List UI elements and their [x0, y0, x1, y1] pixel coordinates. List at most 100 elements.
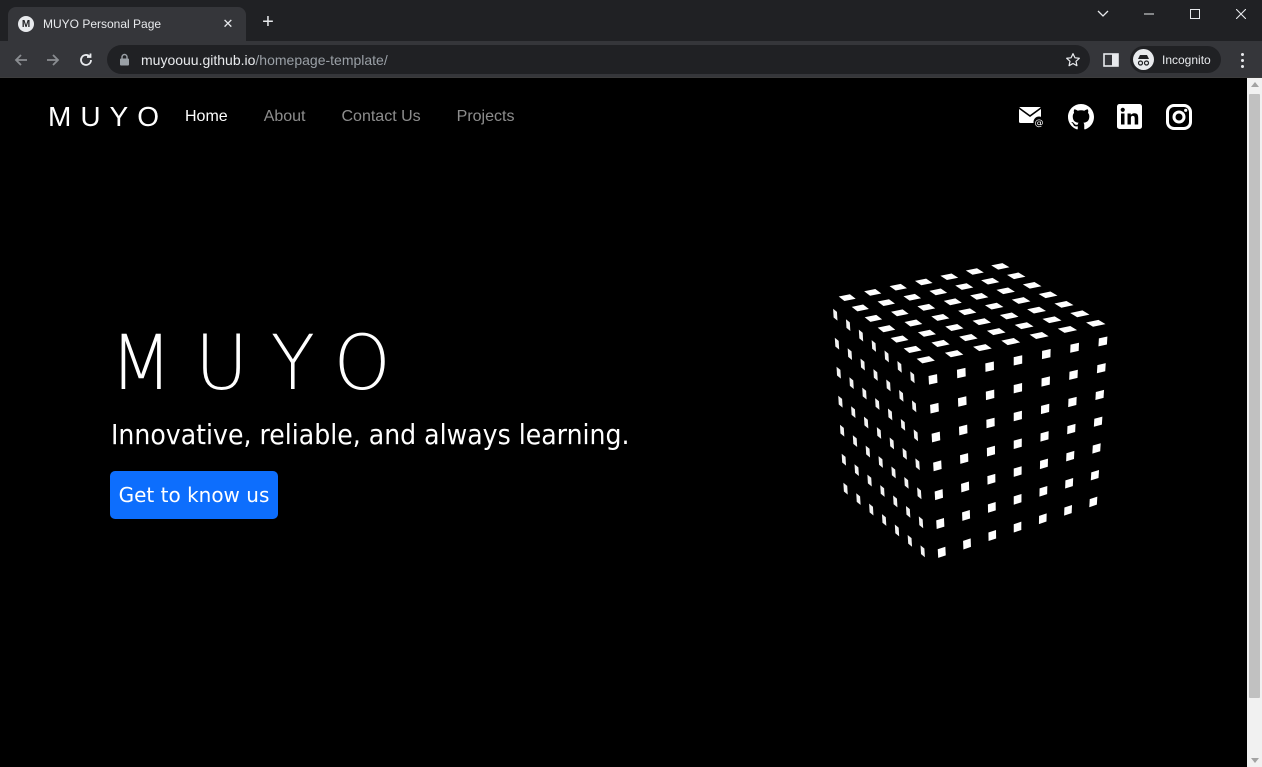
- back-arrow-icon[interactable]: [10, 49, 32, 71]
- cube-cell: [986, 328, 1006, 336]
- cube-cell: [899, 389, 904, 402]
- cube-cell: [1066, 450, 1075, 462]
- tab-search-chevron-icon[interactable]: [1080, 0, 1126, 28]
- cube-cell: [851, 304, 869, 312]
- cube-cell: [864, 289, 882, 296]
- cube-cell: [887, 408, 893, 421]
- cube-cell: [900, 418, 906, 431]
- cube-cell: [1057, 325, 1078, 333]
- cube-cell: [959, 334, 978, 342]
- cube-cell: [886, 379, 891, 392]
- nav-item-projects[interactable]: Projects: [457, 108, 515, 126]
- cube-cell: [1029, 331, 1049, 339]
- cube-cell: [937, 546, 946, 558]
- linkedin-icon[interactable]: [1116, 103, 1143, 130]
- cube-cell: [955, 283, 974, 290]
- window-close-icon[interactable]: [1218, 0, 1262, 28]
- github-icon[interactable]: [1067, 103, 1094, 130]
- cube-cell: [943, 298, 962, 306]
- cube-cell: [916, 356, 935, 364]
- cube-cell: [838, 294, 856, 302]
- cube-cell: [1013, 383, 1023, 394]
- site-brand[interactable]: MUYO: [48, 101, 168, 133]
- cube-cell: [940, 273, 959, 281]
- cube-cell: [889, 283, 907, 291]
- reload-icon[interactable]: [75, 49, 97, 71]
- cube-cell: [864, 314, 883, 322]
- browser-menu-icon[interactable]: [1234, 50, 1250, 70]
- cube-cell: [1040, 403, 1050, 415]
- hero-title: MUYO: [110, 318, 414, 407]
- cube-cell: [904, 476, 909, 489]
- email-icon[interactable]: @: [1018, 103, 1045, 130]
- cube-cell: [891, 466, 896, 479]
- cube-cell: [917, 487, 922, 500]
- get-to-know-us-button[interactable]: Get to know us: [110, 471, 278, 519]
- forward-arrow-icon[interactable]: [42, 49, 64, 71]
- url-host: muyoouu.github.io: [141, 51, 256, 68]
- cube-cell: [929, 288, 948, 296]
- incognito-profile-button[interactable]: Incognito: [1130, 46, 1221, 73]
- side-panel-icon[interactable]: [1102, 51, 1120, 69]
- scroll-up-arrow-icon[interactable]: [1251, 82, 1259, 87]
- cube-cell: [963, 538, 971, 550]
- nav-item-about[interactable]: About: [264, 108, 306, 126]
- cube-cell: [957, 396, 967, 407]
- cube-cell: [1013, 521, 1022, 533]
- tab-favicon-icon: M: [18, 16, 34, 32]
- page-scrollbar[interactable]: [1247, 78, 1262, 767]
- cube-cell: [849, 377, 854, 390]
- maximize-icon[interactable]: [1172, 0, 1218, 28]
- cube-cell: [854, 464, 859, 477]
- browser-tabbar: M MUYO Personal Page ✕ +: [0, 0, 1262, 41]
- cube-cell: [877, 299, 895, 307]
- cube-cell: [958, 308, 977, 316]
- browser-toolbar: muyoouu.github.io/homepage-template/ Inc…: [0, 41, 1262, 78]
- scroll-down-arrow-icon[interactable]: [1251, 758, 1259, 763]
- cube-cell: [1038, 513, 1047, 525]
- nav-item-contact-us[interactable]: Contact Us: [342, 108, 421, 126]
- cube-cell: [875, 398, 880, 410]
- cube-cell: [862, 387, 867, 400]
- cube-cell: [1093, 416, 1103, 427]
- cube-cell: [970, 292, 989, 300]
- new-tab-icon[interactable]: +: [258, 12, 278, 32]
- cube-cell: [1027, 306, 1046, 314]
- cube-cell: [917, 329, 936, 337]
- minimize-icon[interactable]: [1126, 0, 1172, 28]
- cube-cell: [852, 435, 858, 448]
- cube-cell: [865, 445, 871, 458]
- cube-cell: [931, 431, 941, 443]
- cube-cell: [930, 402, 939, 414]
- cube-cell: [1042, 316, 1062, 324]
- hero-subtitle: Innovative, reliable, and always learnin…: [111, 418, 630, 451]
- page-viewport: MUYO Home About Contact Us Projects @ MU…: [0, 78, 1247, 767]
- cube-cell: [869, 503, 874, 516]
- cube-cell: [918, 516, 924, 529]
- cube-cell: [934, 489, 944, 501]
- scroll-thumb[interactable]: [1249, 94, 1260, 698]
- cube-cell: [903, 345, 922, 353]
- cube-cell: [956, 367, 966, 379]
- cube-cell: [877, 325, 896, 333]
- cube-cell: [1054, 300, 1074, 308]
- cube-cell: [914, 278, 933, 286]
- cube-cell: [1013, 410, 1022, 422]
- tab-close-icon[interactable]: ✕: [220, 16, 236, 32]
- browser-tab[interactable]: M MUYO Personal Page ✕: [8, 7, 246, 41]
- cube-cell: [897, 360, 902, 373]
- cube-cell: [987, 473, 996, 485]
- cube-cell: [838, 395, 843, 408]
- instagram-icon[interactable]: [1165, 103, 1192, 130]
- cube-cell: [1038, 291, 1058, 299]
- cube-cell: [944, 350, 964, 358]
- cube-cell: [958, 424, 968, 436]
- nav-item-home[interactable]: Home: [185, 108, 228, 126]
- cube-cell: [945, 323, 964, 331]
- address-bar[interactable]: muyoouu.github.io/homepage-template/: [107, 45, 1090, 74]
- cube-cell: [904, 319, 923, 327]
- cube-cell: [1092, 443, 1101, 454]
- cube-cell: [988, 530, 997, 541]
- bookmark-star-icon[interactable]: [1064, 51, 1082, 69]
- cube-cell: [893, 495, 898, 508]
